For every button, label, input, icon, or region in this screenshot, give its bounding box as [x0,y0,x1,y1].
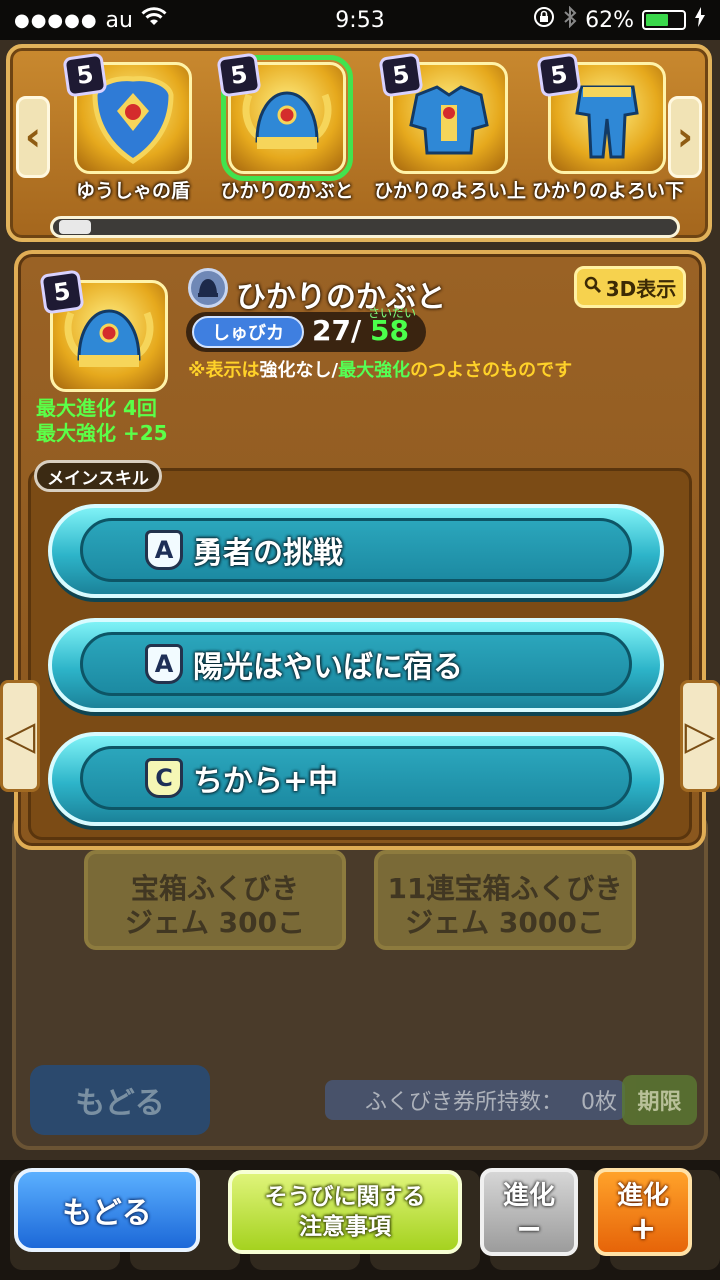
lottery-eleven-cost: ジェム 3000こ [405,906,605,939]
evolution-info: 最大進化 4回 最大強化 +25 [36,396,168,446]
lottery-eleven-title: 11連宝箱ふくびき [387,872,623,905]
stat-max-ruby: さいだい [368,306,417,320]
detail-equipment-icon: 5 [38,269,172,394]
note-suffix: のつよさのものです [410,360,573,381]
wifi-icon [141,7,167,33]
lottery-button-single: 宝箱ふくびき ジェム 300こ [84,850,346,950]
carousel-prev-button[interactable]: ‹ [16,96,50,178]
lottery-button-eleven: 11連宝箱ふくびき ジェム 3000こ [374,850,636,950]
carousel-item-label: ひかりのかぶと [220,180,354,202]
stat-note: ※表示は強化なし/最大強化のつよさのものです [188,356,572,382]
stat-current-and-sep: 27/ [312,314,361,347]
status-bar: ●●●●● au 9:53 62% [0,0,720,40]
stat-separator: / [350,314,362,347]
rank-badge: 5 [39,269,85,315]
lottery-single-cost: ジェム 300こ [124,906,306,939]
stat-current: 27 [312,314,351,347]
lottery-single-title: 宝箱ふくびき [130,872,299,905]
skill-button-2[interactable]: A 陽光はやいばに宿る [48,618,664,712]
background-back-button: もどる [30,1065,210,1135]
scrollbar-thumb[interactable] [59,220,91,234]
main-skill-tag: メインスキル [34,460,162,492]
carrier-label: au [105,7,133,33]
skill-label: 勇者の挑戦 [193,536,343,571]
limit-button: 期限 [622,1075,697,1125]
evolution-plus-label: 進化 [616,1181,669,1211]
rotation-lock-icon [533,6,555,34]
max-enhancement: 最大強化 +25 [36,421,168,445]
grade-a-icon: A [145,644,183,684]
carousel-scrollbar[interactable] [50,216,680,238]
dialog-prev-button[interactable]: ◁ [0,680,40,792]
ticket-label: ふくびき券所持数： [365,1090,564,1115]
charging-icon [694,7,706,33]
stat-label: しゅびカ [192,316,304,348]
skill-button-3[interactable]: C ちから+中 [48,732,664,826]
carousel-item-armor-upper[interactable]: 5 ひかりのよろい上 [374,52,527,203]
note-no-enhance: 強化なし [259,360,332,381]
signal-indicator: ●●●●● [14,9,98,31]
note-max-enhance: 最大強化 [338,360,411,381]
rank-badge: 5 [378,52,424,98]
bluetooth-icon [563,5,577,34]
rank-badge: 5 [536,52,582,98]
skill-button-1[interactable]: A 勇者の挑戦 [48,504,664,598]
carousel-item-helmet[interactable]: 5 ひかりのかぶと [212,52,362,203]
carousel-item-label: ゆうしゃの盾 [75,180,190,202]
skill-label: ちから+中 [193,764,339,799]
dialog-next-button[interactable]: ▷ [680,680,720,792]
plus-icon: + [629,1209,657,1247]
minus-icon: − [515,1209,543,1247]
evolution-minus-button[interactable]: 進化 − [480,1168,578,1256]
skill-label: 陽光はやいばに宿る [193,650,463,685]
rank-badge: 5 [62,52,108,98]
grade-c-icon: C [145,758,183,798]
equipment-notice-button[interactable]: そうびに関する 注意事項 [228,1170,462,1254]
carousel-item-shield[interactable]: 5 ゆうしゃの盾 [58,52,208,203]
carousel-item-label: ひかりのよろい下 [532,180,685,202]
evolution-plus-button[interactable]: 進化 + [594,1168,692,1256]
max-evolution: 最大進化 4回 [36,396,157,420]
helmet-type-icon [188,268,228,308]
magnifier-icon [584,275,602,299]
ticket-count-bar: ふくびき券所持数： 0枚 [325,1080,625,1120]
notice-line-1: そうびに関する [264,1184,426,1210]
view-3d-button[interactable]: 3D表示 [574,266,686,308]
rank-badge: 5 [216,52,262,98]
evolution-minus-label: 進化 [502,1181,555,1211]
battery-icon [642,10,686,30]
ticket-count: 0枚 [581,1090,618,1115]
equipment-carousel: ‹ › 5 ゆうしゃの盾 5 ひかりのかぶと 5 ひかりのよろい上 5 ひかりの… [6,44,712,242]
battery-percent: 62% [585,7,634,33]
carousel-item-label: ひかりのよろい上 [374,180,527,202]
note-prefix: ※表示は [188,360,260,381]
view-3d-label: 3D表示 [605,276,677,301]
back-button[interactable]: もどる [14,1168,200,1252]
grade-a-icon: A [145,530,183,570]
carousel-item-armor-lower[interactable]: 5 ひかりのよろい下 [532,52,685,203]
notice-line-2: 注意事項 [299,1214,391,1240]
